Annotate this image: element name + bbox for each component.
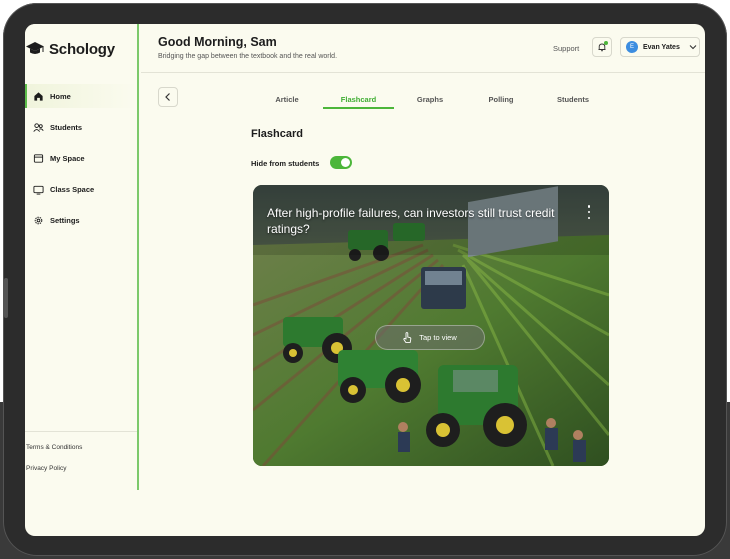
tab-article[interactable]: Article (267, 91, 307, 109)
sidebar-item-settings[interactable]: Settings (25, 208, 137, 232)
brand-logo[interactable]: Schology (25, 38, 115, 60)
brand-name: Schology (49, 40, 115, 58)
hide-toggle-label: Hide from students (251, 159, 320, 168)
tap-hand-icon (403, 332, 412, 343)
notification-dot (604, 41, 608, 45)
tab-flashcard[interactable]: Flashcard (323, 91, 394, 109)
sidebar-item-label: Settings (50, 215, 80, 225)
sidebar-item-class-space[interactable]: Class Space (25, 177, 137, 201)
toggle-knob (341, 158, 350, 167)
hide-from-students-toggle[interactable] (330, 156, 352, 169)
privacy-link[interactable]: Privacy Policy (25, 465, 137, 472)
top-header: Good Morning, Sam Bridging the gap betwe… (141, 24, 705, 73)
gear-icon (34, 216, 43, 224)
sidebar-nav: Home Students My Space Class Space Setti… (25, 84, 137, 239)
tab-polling[interactable]: Polling (481, 91, 521, 109)
flashcard[interactable]: After high-profile failures, can investo… (253, 185, 609, 466)
sidebar-item-label: Home (50, 91, 71, 101)
sidebar: Schology Home Students My Space Class Sp… (25, 24, 139, 490)
chevron-down-icon (689, 45, 697, 50)
tap-to-view-label: Tap to view (419, 333, 457, 342)
support-link[interactable]: Support (553, 44, 579, 53)
content-tabs: Article Flashcard Graphs Polling Student… (253, 91, 625, 111)
sidebar-item-label: Students (50, 122, 83, 132)
sidebar-footer: Terms & Conditions Privacy Policy (25, 431, 137, 486)
tablet-side-button (4, 278, 8, 318)
avatar: E (626, 41, 638, 53)
flashcard-question: After high-profile failures, can investo… (267, 206, 555, 236)
greeting-title: Good Morning, Sam (158, 35, 277, 49)
notifications-button[interactable] (592, 37, 612, 57)
tab-students[interactable]: Students (550, 91, 596, 109)
user-menu[interactable]: E Evan Yates (620, 37, 700, 57)
class-space-icon (33, 185, 44, 195)
sidebar-item-label: Class Space (50, 184, 95, 194)
graduation-cap-icon (26, 42, 44, 54)
home-icon (34, 91, 43, 101)
app-screen: Schology Home Students My Space Class Sp… (25, 24, 705, 536)
tab-graphs[interactable]: Graphs (410, 91, 450, 109)
sidebar-item-label: My Space (50, 153, 85, 163)
students-icon (33, 122, 44, 132)
sidebar-item-my-space[interactable]: My Space (25, 146, 137, 170)
page-title: Flashcard (251, 128, 303, 140)
more-options-icon[interactable] (585, 205, 593, 219)
sidebar-item-home[interactable]: Home (25, 84, 137, 108)
chevron-left-icon (165, 93, 170, 101)
greeting-subtitle: Bridging the gap between the textbook an… (158, 53, 338, 60)
sidebar-item-students[interactable]: Students (25, 115, 137, 139)
my-space-icon (33, 153, 44, 163)
back-button[interactable] (158, 87, 178, 107)
terms-link[interactable]: Terms & Conditions (25, 444, 137, 451)
tap-to-view-button[interactable]: Tap to view (375, 325, 485, 350)
user-name: Evan Yates (643, 43, 680, 51)
